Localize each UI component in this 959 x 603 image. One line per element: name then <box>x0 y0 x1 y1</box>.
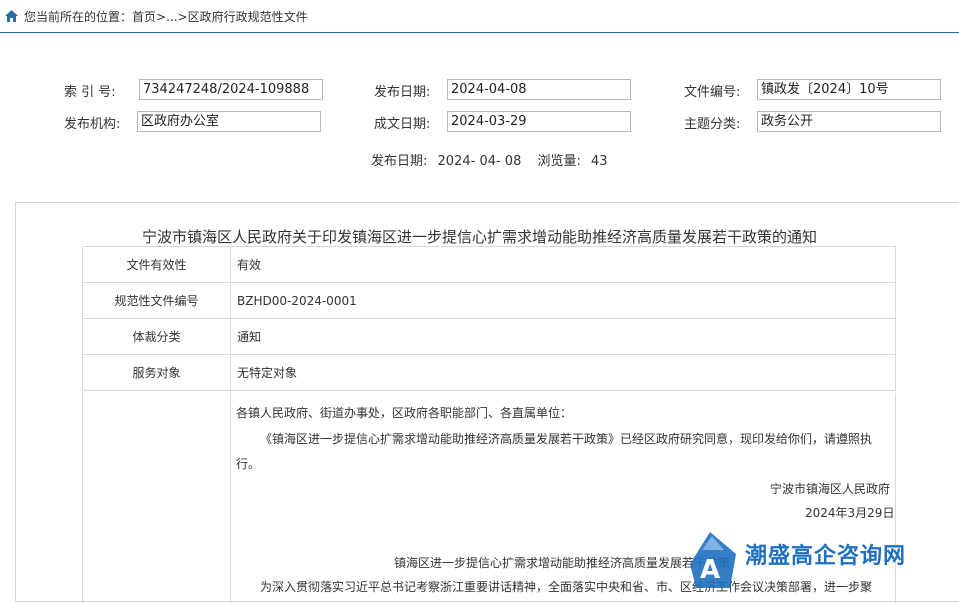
views-label: 浏览量: <box>537 154 581 169</box>
row-key: 体裁分类 <box>82 318 231 355</box>
pubdate-label: 发布日期: <box>374 85 431 100</box>
docno-field: 镇政发〔2024〕10号 <box>757 79 941 100</box>
table-row: 服务对象 无特定对象 <box>82 354 896 391</box>
breadcrumb: 您当前所在的位置：首页>...>区政府行政规范性文件 <box>0 0 959 33</box>
index-field: 734247248/2024-109888 <box>139 79 323 100</box>
publish-date-value: 2024- 04- 08 <box>437 154 522 169</box>
created-field: 2024-03-29 <box>447 111 631 132</box>
topic-field: 政务公开 <box>757 111 941 132</box>
docno-label: 文件编号: <box>684 85 741 100</box>
row-value: BZHD00-2024-0001 <box>230 282 896 319</box>
svg-text:A: A <box>700 555 720 585</box>
row-key: 规范性文件编号 <box>82 282 231 319</box>
publish-date-label: 发布日期: <box>371 154 428 169</box>
views-count: 43 <box>591 154 608 169</box>
breadcrumb-prefix: 您当前所在的位置： <box>24 10 133 24</box>
index-label: 索 引 号: <box>64 85 116 100</box>
breadcrumb-current-link[interactable]: 区政府行政规范性文件 <box>188 10 308 24</box>
org-field: 区政府办公室 <box>137 111 321 132</box>
breadcrumb-home-link[interactable]: 首页 <box>132 10 156 24</box>
article-title: 宁波市镇海区人民政府关于印发镇海区进一步提信心扩需求增动能助推经济高质量发展若干… <box>141 228 817 246</box>
body-paragraph-continued: 行。 <box>236 457 261 471</box>
row-key: 服务对象 <box>82 354 231 391</box>
body-paragraph: 《镇海区进一步提信心扩需求增动能助推经济高质量发展若干政策》已经区政府研究同意，… <box>260 432 873 446</box>
topic-label: 主题分类: <box>684 117 741 132</box>
table-row: 文件有效性 有效 <box>82 246 896 283</box>
signer-text: 宁波市镇海区人民政府 <box>770 482 891 496</box>
table-row: 规范性文件编号 BZHD00-2024-0001 <box>82 282 896 319</box>
breadcrumb-separator: >...> <box>156 10 188 24</box>
row-key: 文件有效性 <box>82 246 231 283</box>
salutation-text: 各镇人民政府、街道办事处，区政府各职能部门、各直属单位： <box>236 406 573 420</box>
watermark-text: 潮盛高企咨询网 <box>745 543 907 569</box>
created-label: 成文日期: <box>374 117 431 132</box>
pubdate-field: 2024-04-08 <box>447 79 631 100</box>
policy-subtitle: 镇海区进一步提信心扩需求增动能助推经济高质量发展若干政策 <box>394 556 731 570</box>
document-info-table: 文件有效性 有效 规范性文件编号 BZHD00-2024-0001 体裁分类 通知 服务对象… <box>82 246 896 391</box>
publish-info-line: 发布日期: 2024- 04- 08 浏览量: 43 <box>371 150 614 169</box>
table-row: 体裁分类 通知 <box>82 318 896 355</box>
org-label: 发布机构: <box>64 117 121 132</box>
column-divider <box>230 393 231 603</box>
row-value: 无特定对象 <box>230 354 896 391</box>
row-value: 通知 <box>230 318 896 355</box>
home-icon[interactable] <box>5 10 18 22</box>
signed-date: 2024年3月29日 <box>805 506 895 520</box>
row-value: 有效 <box>230 246 896 283</box>
